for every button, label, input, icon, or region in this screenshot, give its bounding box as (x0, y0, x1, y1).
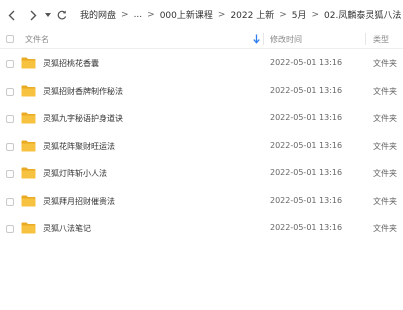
row-checkbox[interactable] (6, 115, 14, 123)
forward-button[interactable] (28, 6, 38, 24)
breadcrumb-separator: > (147, 9, 155, 20)
column-header-name[interactable]: 文件名 (25, 34, 49, 45)
file-row[interactable]: 灵狐九字秘语护身道诀 2022-05-01 13:16 文件夹 (0, 105, 403, 132)
breadcrumb-separator: > (217, 9, 226, 20)
file-modified-date: 2022-05-01 13:16 (270, 58, 343, 67)
column-header-modified[interactable]: 修改时间 (270, 34, 302, 45)
column-divider[interactable] (365, 33, 366, 45)
file-name[interactable]: 灵狐九字秘语护身道诀 (43, 113, 123, 124)
breadcrumb-separator: > (279, 9, 287, 20)
breadcrumb-item[interactable]: 2022 上新 (230, 8, 274, 21)
row-checkbox[interactable] (6, 60, 14, 68)
refresh-button[interactable] (56, 6, 68, 24)
folder-icon (21, 57, 36, 69)
file-type: 文件夹 (373, 196, 397, 206)
folder-icon (21, 85, 36, 96)
file-row[interactable]: 灵狐招财香牌制作秘法 2022-05-01 13:16 文件夹 (0, 78, 403, 105)
row-checkbox[interactable] (6, 225, 14, 233)
folder-icon (21, 222, 36, 234)
select-all-checkbox[interactable] (6, 35, 14, 43)
file-modified-date: 2022-05-01 13:16 (270, 195, 343, 205)
column-header-type[interactable]: 类型 (373, 34, 389, 45)
file-modified-date: 2022-05-01 13:16 (270, 85, 343, 95)
file-list-header: 文件名 修改时间 类型 (0, 30, 403, 49)
file-row[interactable]: 灵狐招桃花香囊 2022-05-01 13:16 文件夹 (0, 50, 403, 77)
sort-down-arrow-icon[interactable] (253, 34, 260, 44)
file-name[interactable]: 灵狐八法笔记 (43, 223, 91, 234)
file-name[interactable]: 灵狐拜月招财催贵法 (43, 196, 115, 207)
breadcrumb-separator: > (121, 9, 129, 20)
breadcrumb: 我的网盘>...>000上新课程>2022 上新>5月>02.凤麟泰灵狐八法> (80, 8, 403, 22)
file-type: 文件夹 (373, 59, 397, 68)
folder-icon (21, 112, 36, 124)
breadcrumb-item[interactable]: 02.凤麟泰灵狐八法 (324, 8, 401, 21)
row-checkbox[interactable] (6, 197, 14, 206)
file-row[interactable]: 灵狐灯阵斩小人法 2022-05-01 13:16 文件夹 (0, 160, 403, 187)
row-checkbox[interactable] (6, 170, 14, 178)
back-button[interactable] (6, 6, 16, 24)
file-type: 文件夹 (373, 114, 397, 123)
folder-icon (21, 140, 36, 151)
breadcrumb-item[interactable]: 5月 (292, 8, 307, 21)
dropdown-arrow-icon (45, 13, 51, 17)
toolbar: 我的网盘>...>000上新课程>2022 上新>5月>02.凤麟泰灵狐八法> (0, 0, 403, 30)
file-modified-date: 2022-05-01 13:16 (270, 140, 343, 150)
row-checkbox[interactable] (6, 142, 14, 151)
breadcrumb-item[interactable]: 我的网盘 (80, 8, 116, 21)
history-dropdown-button[interactable] (44, 6, 52, 24)
breadcrumb-item[interactable]: 000上新课程 (160, 8, 213, 21)
file-name[interactable]: 灵狐招桃花香囊 (43, 58, 99, 69)
file-modified-date: 2022-05-01 13:16 (270, 168, 343, 177)
file-row[interactable]: 灵狐拜月招财催贵法 2022-05-01 13:16 文件夹 (0, 188, 403, 215)
refresh-icon (57, 10, 67, 20)
folder-icon (21, 195, 36, 206)
file-name[interactable]: 灵狐招财香牌制作秘法 (43, 86, 123, 97)
file-row[interactable]: 灵狐花阵聚财旺运法 2022-05-01 13:16 文件夹 (0, 133, 403, 160)
file-row[interactable]: 灵狐八法笔记 2022-05-01 13:16 文件夹 (0, 215, 403, 242)
file-type: 文件夹 (373, 141, 397, 151)
file-modified-date: 2022-05-01 13:16 (270, 113, 343, 122)
column-divider[interactable] (263, 33, 264, 45)
file-modified-date: 2022-05-01 13:16 (270, 223, 343, 232)
breadcrumb-item[interactable]: ... (134, 10, 143, 20)
breadcrumb-separator: > (311, 9, 320, 20)
file-type: 文件夹 (373, 224, 397, 233)
row-checkbox[interactable] (6, 87, 14, 96)
file-type: 文件夹 (373, 86, 397, 96)
file-type: 文件夹 (373, 169, 397, 178)
chevron-left-icon (8, 10, 14, 20)
file-name[interactable]: 灵狐花阵聚财旺运法 (43, 141, 115, 152)
chevron-right-icon (30, 10, 36, 20)
file-name[interactable]: 灵狐灯阵斩小人法 (43, 168, 107, 179)
folder-icon (21, 167, 36, 179)
